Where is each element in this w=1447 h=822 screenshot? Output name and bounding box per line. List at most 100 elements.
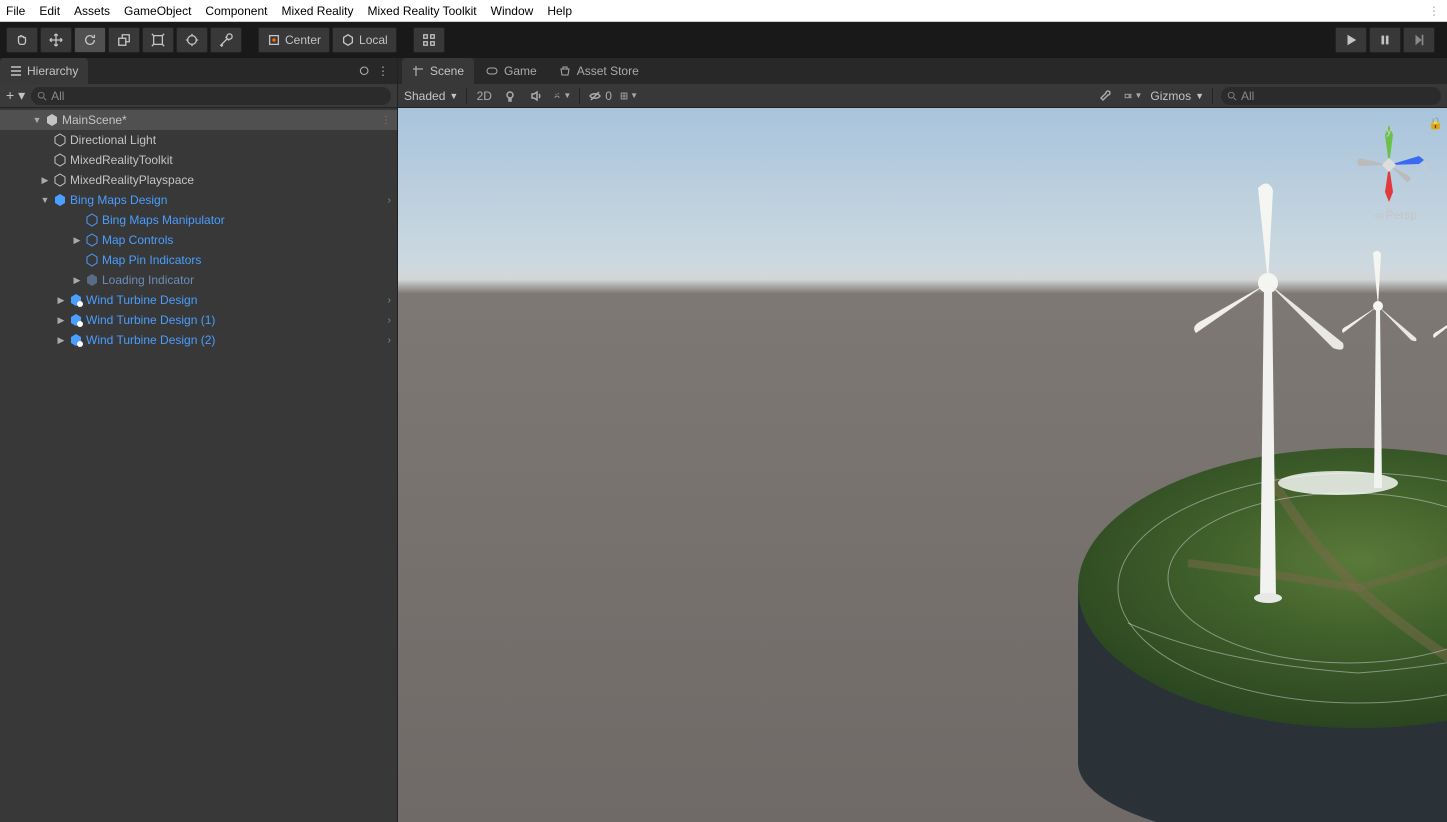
menu-edit[interactable]: Edit (39, 4, 60, 18)
move-tool-button[interactable] (40, 27, 72, 53)
gizmo-lock-icon[interactable]: 🔒 (1428, 116, 1443, 130)
lighting-toggle-button[interactable] (501, 87, 519, 105)
gizmos-dropdown[interactable]: Gizmos ▼ (1150, 89, 1204, 103)
pause-button[interactable] (1369, 27, 1401, 53)
effects-dropdown[interactable]: ▼ (553, 87, 571, 105)
rotate-icon (83, 33, 97, 47)
scene-viewport[interactable]: y z x 🔒 ◅ Persp (398, 108, 1447, 822)
hierarchy-item-bing-maps-manipulator[interactable]: Bing Maps Manipulator (0, 210, 397, 230)
hierarchy-search[interactable]: All (31, 87, 391, 105)
hierarchy-item-map-pin-indicators[interactable]: Map Pin Indicators (0, 250, 397, 270)
snap-button[interactable] (413, 27, 445, 53)
menu-window[interactable]: Window (491, 4, 534, 18)
hierarchy-item-bing-maps-design[interactable]: ▼ Bing Maps Design › (0, 190, 397, 210)
hierarchy-item-wind-turbine-design-1[interactable]: ▶ Wind Turbine Design (1) › (0, 310, 397, 330)
axis-y-label: y (1386, 123, 1392, 137)
custom-tool-button[interactable] (210, 27, 242, 53)
hierarchy-item-wind-turbine-design-2[interactable]: ▶ Wind Turbine Design (2) › (0, 330, 397, 350)
hierarchy-item-mixed-reality-playspace[interactable]: ▶ MixedRealityPlayspace (0, 170, 397, 190)
hierarchy-item-label: Map Controls (102, 233, 173, 247)
hierarchy-scene-label: MainScene* (62, 113, 127, 127)
axis-z-label: z (1422, 159, 1428, 173)
step-button[interactable] (1403, 27, 1435, 53)
pivot-mode-label: Center (285, 33, 321, 47)
asset-store-tab[interactable]: Asset Store (549, 58, 649, 84)
expand-arrow-icon[interactable]: ▶ (72, 235, 82, 246)
step-icon (1412, 33, 1426, 47)
menu-assets[interactable]: Assets (74, 4, 110, 18)
pivot-mode-button[interactable]: Center (258, 27, 330, 53)
menu-component[interactable]: Component (205, 4, 267, 18)
menu-file[interactable]: File (6, 4, 25, 18)
create-dropdown[interactable]: + ▾ (6, 87, 25, 104)
hierarchy-item-directional-light[interactable]: Directional Light (0, 130, 397, 150)
hierarchy-item-label: Loading Indicator (102, 273, 194, 287)
rotate-tool-button[interactable] (74, 27, 106, 53)
transform-tool-button[interactable] (176, 27, 208, 53)
game-tab-label: Game (504, 64, 537, 78)
lightbulb-icon (503, 89, 517, 103)
camera-dropdown[interactable]: ▼ (1124, 87, 1142, 105)
local-icon (341, 33, 355, 47)
expand-arrow-icon[interactable]: ▶ (56, 295, 66, 306)
hierarchy-item-wind-turbine-design[interactable]: ▶ Wind Turbine Design › (0, 290, 397, 310)
hierarchy-scene-row[interactable]: ▼ MainScene* ⋮ (0, 110, 397, 130)
hand-icon (15, 33, 29, 47)
expand-arrow-icon[interactable]: ▶ (40, 175, 50, 186)
audio-icon (529, 89, 543, 103)
expand-arrow-icon[interactable]: ▶ (56, 335, 66, 346)
hierarchy-item-mixed-reality-toolkit[interactable]: MixedRealityToolkit (0, 150, 397, 170)
tools-icon (219, 33, 233, 47)
expand-arrow-icon[interactable]: ▼ (32, 115, 42, 125)
hierarchy-toolbar: + ▾ All (0, 84, 397, 108)
projection-label[interactable]: ◅ Persp (1373, 208, 1417, 222)
menu-help[interactable]: Help (547, 4, 572, 18)
chevron-right-icon[interactable]: › (388, 195, 391, 206)
hand-tool-button[interactable] (6, 27, 38, 53)
toggle-2d-button[interactable]: 2D (475, 87, 493, 105)
game-tab[interactable]: Game (476, 58, 547, 84)
menu-bar: File Edit Assets GameObject Component Mi… (0, 0, 1447, 22)
menu-mixed-reality-toolkit[interactable]: Mixed Reality Toolkit (367, 4, 476, 18)
hierarchy-item-map-controls[interactable]: ▶ Map Controls (0, 230, 397, 250)
chevron-right-icon[interactable]: › (388, 315, 391, 326)
play-button[interactable] (1335, 27, 1367, 53)
scale-tool-button[interactable] (108, 27, 140, 53)
expand-arrow-icon[interactable]: ▶ (72, 275, 82, 286)
hierarchy-item-label: MixedRealityPlayspace (70, 173, 194, 187)
panel-menu-icon[interactable]: ⋮ (377, 64, 389, 78)
expand-arrow-icon[interactable]: ▼ (40, 195, 50, 205)
asset-store-icon (559, 65, 571, 77)
pivot-rotation-button[interactable]: Local (332, 27, 397, 53)
audio-toggle-button[interactable] (527, 87, 545, 105)
transform-icon (185, 33, 199, 47)
scene-tab-label: Scene (430, 64, 464, 78)
hidden-count-label: 0 (605, 89, 612, 103)
chevron-right-icon[interactable]: › (388, 335, 391, 346)
search-icon (1227, 91, 1237, 101)
hierarchy-item-loading-indicator[interactable]: ▶ Loading Indicator (0, 270, 397, 290)
pivot-rotation-label: Local (359, 33, 388, 47)
center-icon (267, 33, 281, 47)
orientation-gizmo[interactable]: y z x (1349, 120, 1429, 210)
rect-tool-button[interactable] (142, 27, 174, 53)
expand-arrow-icon[interactable]: ▶ (56, 315, 66, 326)
menu-gameobject[interactable]: GameObject (124, 4, 191, 18)
unity-logo-icon (45, 113, 59, 127)
tools-icon-button[interactable] (1098, 87, 1116, 105)
prefab-icon (85, 233, 99, 247)
menu-mixed-reality[interactable]: Mixed Reality (281, 4, 353, 18)
hidden-objects-toggle[interactable]: 0 (588, 87, 612, 105)
scene-panel-menu-icon[interactable]: ⋮ (1428, 4, 1441, 18)
hierarchy-panel: Hierarchy ⭘ ⋮ + ▾ All ▼ MainScene* ⋮ (0, 58, 398, 822)
prefab-variant-icon (69, 293, 83, 307)
panel-lock-icon[interactable]: ⭘ (359, 64, 369, 79)
chevron-right-icon[interactable]: › (388, 295, 391, 306)
row-menu-icon[interactable]: ⋮ (381, 115, 391, 126)
grid-dropdown[interactable]: ▼ (620, 87, 638, 105)
scene-search[interactable]: All (1221, 87, 1441, 105)
wind-turbine-2 (1338, 248, 1418, 498)
hierarchy-tab[interactable]: Hierarchy (0, 58, 88, 84)
scene-tab[interactable]: Scene (402, 58, 474, 84)
shading-mode-dropdown[interactable]: Shaded ▼ (404, 89, 458, 103)
